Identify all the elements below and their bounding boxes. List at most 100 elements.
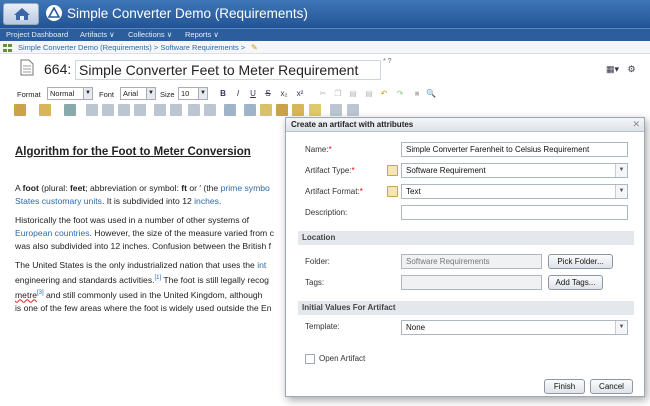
inches-link[interactable]: inches: [194, 196, 219, 206]
font-value: Arial: [123, 89, 139, 98]
chevron-down-icon: ▼: [615, 321, 627, 334]
artifact-format-label: Artifact Format:*: [305, 187, 363, 196]
misspelled-word: metre: [15, 289, 37, 300]
nav-collections[interactable]: Collections ∨: [128, 30, 172, 39]
insert-image-icon[interactable]: [14, 104, 26, 116]
format-painter-icon[interactable]: ■: [411, 88, 423, 100]
table-icon[interactable]: [224, 104, 236, 116]
redo-icon[interactable]: ↷: [394, 88, 406, 100]
artifact-type-select[interactable]: Software Requirement ▼: [401, 163, 628, 178]
chevron-down-icon: ▼: [83, 88, 92, 99]
close-icon[interactable]: ✕: [632, 119, 640, 130]
prime-symbol-link[interactable]: prime symbo: [221, 183, 270, 193]
initial-values-section-header: Initial Values For Artifact: [298, 301, 634, 315]
format-select[interactable]: Normal ▼: [47, 87, 93, 100]
us-customary-units-link[interactable]: States customary units: [15, 196, 102, 206]
app-title: Simple Converter Demo (Requirements): [67, 6, 308, 21]
template-label: Template:: [305, 322, 340, 331]
artifact-type-icon: [387, 165, 398, 176]
footnote-3[interactable]: [3]: [37, 290, 44, 296]
edit-icon[interactable]: [309, 104, 321, 116]
format-label: Format: [17, 90, 41, 99]
undo-icon[interactable]: ↶: [378, 88, 390, 100]
artifact-id: 664:: [44, 61, 72, 77]
paragraph-3: The United States is the only industrial…: [15, 260, 272, 313]
preview-icon[interactable]: [330, 104, 342, 116]
comment-icon[interactable]: [292, 104, 304, 116]
breadcrumb-bar: Simple Converter Demo (Requirements) > S…: [0, 41, 650, 54]
open-artifact-checkbox[interactable]: [305, 354, 315, 364]
title-indicators: * ?: [383, 58, 392, 65]
name-input[interactable]: Simple Converter Farenheit to Celsius Re…: [401, 142, 628, 157]
open-artifact-label[interactable]: Open Artifact: [319, 354, 365, 363]
highlight-icon[interactable]: [39, 104, 51, 116]
chevron-down-icon: ▼: [146, 88, 155, 99]
add-tags-button[interactable]: Add Tags...: [548, 275, 603, 290]
international-link[interactable]: int: [257, 260, 266, 270]
artifact-type-label: Artifact Type:*: [305, 166, 355, 175]
find-icon[interactable]: 🔍: [425, 88, 437, 100]
description-input[interactable]: [401, 205, 628, 220]
cancel-button[interactable]: Cancel: [590, 379, 633, 394]
subscript-button[interactable]: x₂: [278, 88, 290, 100]
paste-text-icon[interactable]: ▤: [363, 88, 375, 100]
superscript-button[interactable]: x²: [294, 88, 306, 100]
artifact-type-value: Software Requirement: [406, 166, 486, 175]
dialog-titlebar: Create an artifact with attributes ✕: [286, 118, 644, 132]
artifact-format-icon: [387, 186, 398, 197]
nav-artifacts[interactable]: Artifacts ∨: [80, 30, 115, 39]
copy-icon[interactable]: ❐: [332, 88, 344, 100]
settings-icon[interactable]: ⚙: [628, 64, 636, 74]
paste-icon[interactable]: ▤: [347, 88, 359, 100]
cut-icon[interactable]: ✂: [317, 88, 329, 100]
chevron-down-icon: ▼: [615, 164, 627, 177]
spellcheck-icon[interactable]: [64, 104, 76, 116]
font-select[interactable]: Arial ▼: [120, 87, 156, 100]
paragraph-1: A foot (plural: feet; abbreviation or sy…: [15, 183, 270, 206]
bold-button[interactable]: B: [217, 88, 229, 100]
location-section-header: Location: [298, 231, 634, 245]
paragraph-2: Historically the foot was used in a numb…: [15, 215, 274, 251]
strikethrough-button[interactable]: S: [262, 88, 274, 100]
artifact-format-value: Text: [406, 187, 421, 196]
description-label: Description:: [305, 208, 348, 217]
artifact-link-icon[interactable]: [260, 104, 272, 116]
outdent-icon[interactable]: [170, 104, 182, 116]
align-right-icon[interactable]: [118, 104, 130, 116]
indent-icon[interactable]: [154, 104, 166, 116]
view-options-menu[interactable]: ▦▾ ⚙: [606, 64, 636, 75]
artifact-title-field[interactable]: Simple Converter Feet to Meter Requireme…: [75, 60, 381, 80]
nav-project-dashboard[interactable]: Project Dashboard: [6, 30, 68, 39]
artifact-format-select[interactable]: Text ▼: [401, 184, 628, 199]
size-label: Size: [160, 90, 175, 99]
embed-icon[interactable]: [276, 104, 288, 116]
justify-icon[interactable]: [134, 104, 146, 116]
align-left-icon[interactable]: [86, 104, 98, 116]
source-icon[interactable]: [347, 104, 359, 116]
european-countries-link[interactable]: European countries: [15, 228, 90, 238]
underline-button[interactable]: U: [247, 88, 259, 100]
layout-icon[interactable]: ▦▾: [606, 64, 619, 74]
folder-label: Folder:: [305, 257, 330, 266]
nav-reports[interactable]: Reports ∨: [185, 30, 219, 39]
document-heading: Algorithm for the Foot to Meter Conversi…: [15, 146, 251, 158]
size-select[interactable]: 10 ▼: [178, 87, 208, 100]
numbered-list-icon[interactable]: [204, 104, 216, 116]
tags-field: [401, 275, 542, 290]
template-value: None: [406, 323, 426, 332]
folder-field: Software Requirements: [401, 254, 542, 269]
finish-button[interactable]: Finish: [544, 379, 585, 394]
bullet-list-icon[interactable]: [188, 104, 200, 116]
chevron-down-icon: ▼: [615, 185, 627, 198]
edit-pencil-icon[interactable]: ✎: [251, 43, 258, 52]
tags-label: Tags:: [305, 278, 325, 287]
italic-button[interactable]: I: [232, 88, 244, 100]
breadcrumb[interactable]: Simple Converter Demo (Requirements) > S…: [18, 43, 245, 52]
link-icon[interactable]: [244, 104, 256, 116]
align-center-icon[interactable]: [102, 104, 114, 116]
pick-folder-button[interactable]: Pick Folder...: [548, 254, 613, 269]
home-button[interactable]: [3, 3, 39, 25]
template-select[interactable]: None ▼: [401, 320, 628, 335]
grid-icon[interactable]: [3, 44, 12, 52]
font-label: Font: [99, 90, 115, 99]
